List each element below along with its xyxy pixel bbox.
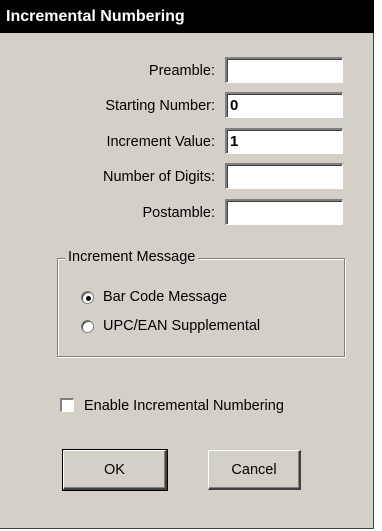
bar-code-message-label[interactable]: Bar Code Message xyxy=(103,288,227,306)
ok-button[interactable]: OK xyxy=(62,449,168,491)
postamble-label: Postamble: xyxy=(142,205,215,221)
upc-ean-supplemental-label[interactable]: UPC/EAN Supplemental xyxy=(103,317,260,335)
starting-number-input[interactable] xyxy=(225,92,343,118)
preamble-label: Preamble: xyxy=(148,63,215,79)
upc-ean-supplemental-radio[interactable] xyxy=(81,320,94,333)
bar-code-message-radio[interactable] xyxy=(81,291,94,304)
increment-value-label: Increment Value: xyxy=(106,134,215,150)
increment-message-title: Increment Message xyxy=(65,248,199,266)
incremental-numbering-dialog: Incremental Numbering Preamble: Starting… xyxy=(0,0,374,529)
preamble-input[interactable] xyxy=(225,57,343,83)
dialog-title: Incremental Numbering xyxy=(0,0,374,33)
number-of-digits-input[interactable] xyxy=(225,163,343,189)
postamble-input[interactable] xyxy=(225,199,343,225)
increment-value-input[interactable] xyxy=(225,128,343,154)
increment-message-groupbox xyxy=(57,258,345,357)
starting-number-label: Starting Number: xyxy=(105,98,215,114)
radio-selected-dot xyxy=(86,296,91,301)
cancel-button[interactable]: Cancel xyxy=(208,450,301,490)
enable-incremental-numbering-label[interactable]: Enable Incremental Numbering xyxy=(84,397,284,415)
number-of-digits-label: Number of Digits: xyxy=(102,169,215,185)
enable-incremental-numbering-checkbox[interactable] xyxy=(60,398,74,412)
